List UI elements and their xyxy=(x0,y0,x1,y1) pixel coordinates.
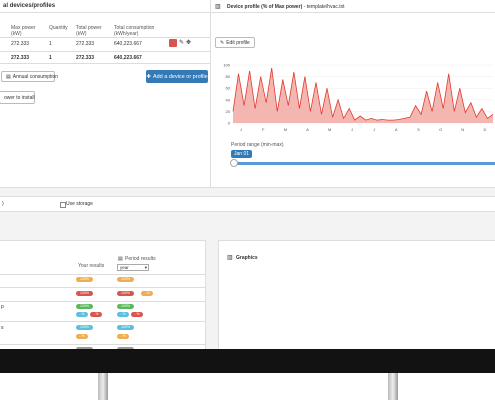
result-badge: - % xyxy=(90,312,102,317)
x-axis-ticks: JFMAMJJASOND xyxy=(240,127,487,132)
x-tick-label: D xyxy=(484,127,487,132)
result-badge: - % xyxy=(117,312,129,317)
pencil-icon: ✎ xyxy=(220,39,225,46)
result-badge: - % xyxy=(117,334,129,339)
devices-panel: al devices/profiles Max power (kW) Quant… xyxy=(0,0,212,188)
edit-profile-button[interactable]: ✎ Edit profile xyxy=(215,37,255,48)
move-row-icon[interactable]: ✥ xyxy=(186,39,191,46)
col-max-power: Max power (kW) xyxy=(11,25,36,37)
power-to-install-button[interactable]: ower to install xyxy=(0,91,35,104)
edit-row-icon[interactable]: ✎ xyxy=(179,39,184,46)
total-total-consumption: 640,223.667 xyxy=(114,55,142,61)
row-label: s xyxy=(1,325,4,331)
total-quantity: 1 xyxy=(49,55,52,61)
bar-chart-icon: ▥ xyxy=(227,255,233,261)
result-badge: - % xyxy=(141,291,153,296)
graphics-title: Graphics xyxy=(236,255,258,261)
period-value-badge: Jan 01 xyxy=(231,150,253,158)
calendar-icon: ▤ xyxy=(118,256,123,262)
monitor-screen: al devices/profiles Max power (kW) Quant… xyxy=(0,0,495,349)
total-total-power: 272.333 xyxy=(76,55,95,61)
row-quantity: 1 xyxy=(49,41,52,47)
period-slider-handle[interactable] xyxy=(230,159,238,167)
row-max-power: 272.333 xyxy=(11,41,30,47)
x-tick-label: J xyxy=(373,127,375,132)
result-badge: - % xyxy=(131,312,143,317)
total-max-power: 272.333 xyxy=(11,55,30,61)
bar-chart-icon: ▥ xyxy=(215,4,221,10)
x-tick-label: F xyxy=(262,127,265,132)
plus-icon: ✚ xyxy=(146,73,151,80)
your-results-header: Your results xyxy=(78,263,105,269)
x-tick-label: A xyxy=(306,127,309,132)
monitor-stand-left xyxy=(98,373,108,400)
result-badge: 100% xyxy=(76,277,93,282)
annual-consumption-button[interactable]: ▤ Annual consumption xyxy=(1,71,58,82)
result-badge: - % xyxy=(76,334,88,339)
x-tick-label: S xyxy=(417,127,420,132)
period-range-label: Period range (min-max) xyxy=(231,142,284,148)
x-tick-label: O xyxy=(439,127,442,132)
col-quantity: Quantity xyxy=(49,25,68,31)
profile-chart: 100 80 60 40 20 0 J F M A M J J A S O N D xyxy=(223,63,494,132)
y-tick-label: 40 xyxy=(226,97,231,102)
y-tick-label: 60 xyxy=(226,86,231,91)
use-storage-label: Use storage xyxy=(66,201,93,207)
chevron-down-icon: ▾ xyxy=(144,265,147,270)
col-total-consumption: Total consumption (kWh/year) xyxy=(114,25,155,37)
result-badge: - % xyxy=(76,312,88,317)
x-tick-label: J xyxy=(351,127,353,132)
add-device-button[interactable]: ✚ Add a device or profile xyxy=(146,70,208,83)
monitor-bezel xyxy=(0,349,495,373)
result-badge: 100% xyxy=(76,291,93,296)
calendar-icon: ▤ xyxy=(6,73,11,80)
result-badge: 100% xyxy=(117,277,134,282)
devices-panel-title: al devices/profiles xyxy=(3,3,56,9)
y-tick-label: 80 xyxy=(226,74,231,79)
results-panel: Your results ▤ Period results year ▾ 100… xyxy=(0,240,206,349)
x-tick-label: J xyxy=(240,127,242,132)
monitor-stand-right xyxy=(388,373,398,400)
result-badge: 100% xyxy=(76,325,93,330)
y-tick-label: 100 xyxy=(223,63,230,68)
row-label: p xyxy=(1,304,4,310)
x-tick-label: M xyxy=(328,127,331,132)
result-badge: 100% xyxy=(76,304,93,309)
profile-title: Device profile (% of Max power) - templa… xyxy=(227,4,345,10)
x-tick-label: M xyxy=(284,127,287,132)
row-total-power: 272.333 xyxy=(76,41,95,47)
col-total-power: Total power (kW) xyxy=(76,25,102,37)
x-tick-label: A xyxy=(395,127,398,132)
x-tick-label: N xyxy=(461,127,464,132)
y-tick-label: 0 xyxy=(228,121,231,126)
result-badge: 100% xyxy=(117,325,134,330)
delete-row-button[interactable] xyxy=(169,39,177,47)
period-results-header: Period results xyxy=(125,256,156,262)
result-badge: 100% xyxy=(117,304,134,309)
result-badge: 100% xyxy=(117,291,134,296)
graphics-panel: ▥ Graphics xyxy=(218,240,495,349)
period-select[interactable]: year ▾ xyxy=(117,264,149,271)
y-tick-label: 20 xyxy=(226,109,231,114)
profile-panel: ▥ Device profile (% of Max power) - temp… xyxy=(210,0,495,188)
storage-left-text: ) xyxy=(2,201,4,207)
row-total-consumption: 640,223.667 xyxy=(114,41,142,47)
profile-area xyxy=(233,67,493,123)
period-slider-track[interactable] xyxy=(233,162,495,165)
storage-bar: ) Use storage xyxy=(0,196,495,212)
